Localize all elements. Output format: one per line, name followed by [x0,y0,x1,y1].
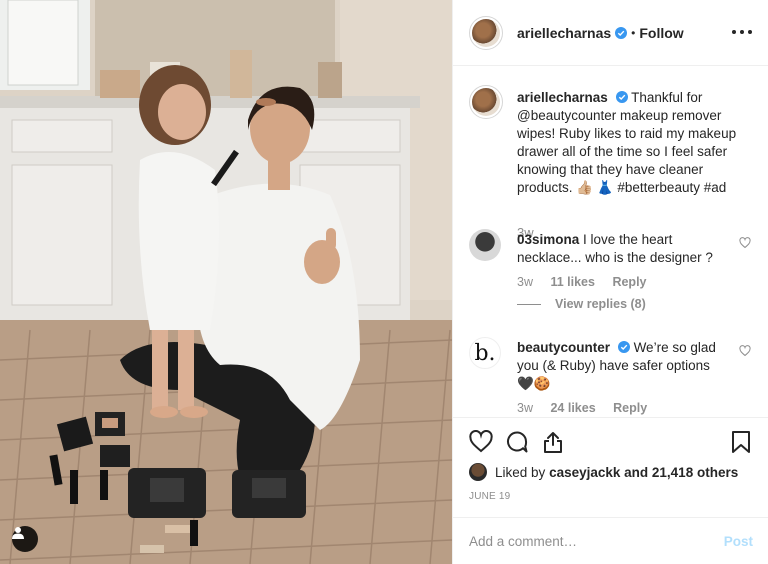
comments-list[interactable]: ariellecharnas Thankful for @beautycount… [453,67,768,417]
verified-badge-icon [615,91,628,103]
comment-meta: 3w 24 likes Reply [517,401,647,415]
commenter-avatar[interactable] [469,229,501,261]
add-comment-bar: Post [453,517,768,564]
liked-by-prefix: Liked by [495,464,546,480]
author-avatar[interactable] [469,15,503,50]
view-replies-button[interactable]: View replies (8) [517,297,646,311]
post-date[interactable]: JUNE 19 [469,491,510,502]
author-username[interactable]: ariellecharnas [517,25,611,41]
comment-likes[interactable]: 11 likes [550,275,595,289]
caption-author-avatar[interactable] [469,85,503,119]
comment-input[interactable] [469,533,724,549]
post-comment-button[interactable]: Post [724,534,753,549]
verified-badge-icon [617,341,630,353]
share-icon[interactable] [541,430,565,454]
verified-badge-icon [615,26,628,39]
caption-username[interactable]: ariellecharnas [517,90,608,105]
comment-heart-icon[interactable] [739,237,751,249]
comment-heart-icon[interactable] [739,345,751,357]
comment-timestamp[interactable]: 3w [517,275,533,289]
liked-by-others[interactable]: and 21,418 others [624,465,738,480]
comment-emojis: 🖤🍪 [517,376,551,391]
caption-mention-link[interactable]: @beautycounter [517,108,616,123]
comment-text: beautycounter We’re so glad you (& Ruby)… [517,339,727,393]
commenter-username[interactable]: beautycounter [517,340,610,355]
caption-text-intro: Thankful for [631,90,703,105]
liked-by-username[interactable]: caseyjackk [549,465,620,480]
liked-by-row: Liked by caseyjackk and 21,418 others [469,463,738,481]
comment-timestamp[interactable]: 3w [517,401,533,415]
user-tag-icon[interactable] [12,526,38,552]
comment-meta: 3w 11 likes Reply [517,275,647,289]
liked-by-avatar[interactable] [469,463,487,481]
commenter-avatar[interactable]: b. [469,337,501,369]
comment-reply-button[interactable]: Reply [612,275,646,289]
instagram-post: ariellecharnas • Follow ariellecharnas T… [0,0,768,564]
view-replies-line [517,304,541,306]
post-header: ariellecharnas • Follow [453,0,768,66]
follow-button[interactable]: Follow [639,25,683,41]
caption-text: ariellecharnas Thankful for @beautycount… [517,89,753,197]
more-options-icon[interactable] [732,22,752,42]
post-side-panel: ariellecharnas • Follow ariellecharnas T… [452,0,768,564]
comment-reply-button[interactable]: Reply [613,401,647,415]
post-photo[interactable] [0,0,452,564]
commenter-username[interactable]: 03simona [517,232,579,247]
comment-text: 03simona I love the heart necklace... wh… [517,231,727,267]
comment-likes[interactable]: 24 likes [550,401,595,415]
post-actions: Liked by caseyjackk and 21,418 others JU… [453,417,768,517]
bookmark-icon[interactable] [729,430,753,454]
separator-dot: • [631,25,636,40]
view-replies-label: View replies (8) [555,297,646,311]
photo-illustration [0,0,452,564]
comment-icon[interactable] [505,430,529,454]
heart-icon[interactable] [469,430,493,454]
